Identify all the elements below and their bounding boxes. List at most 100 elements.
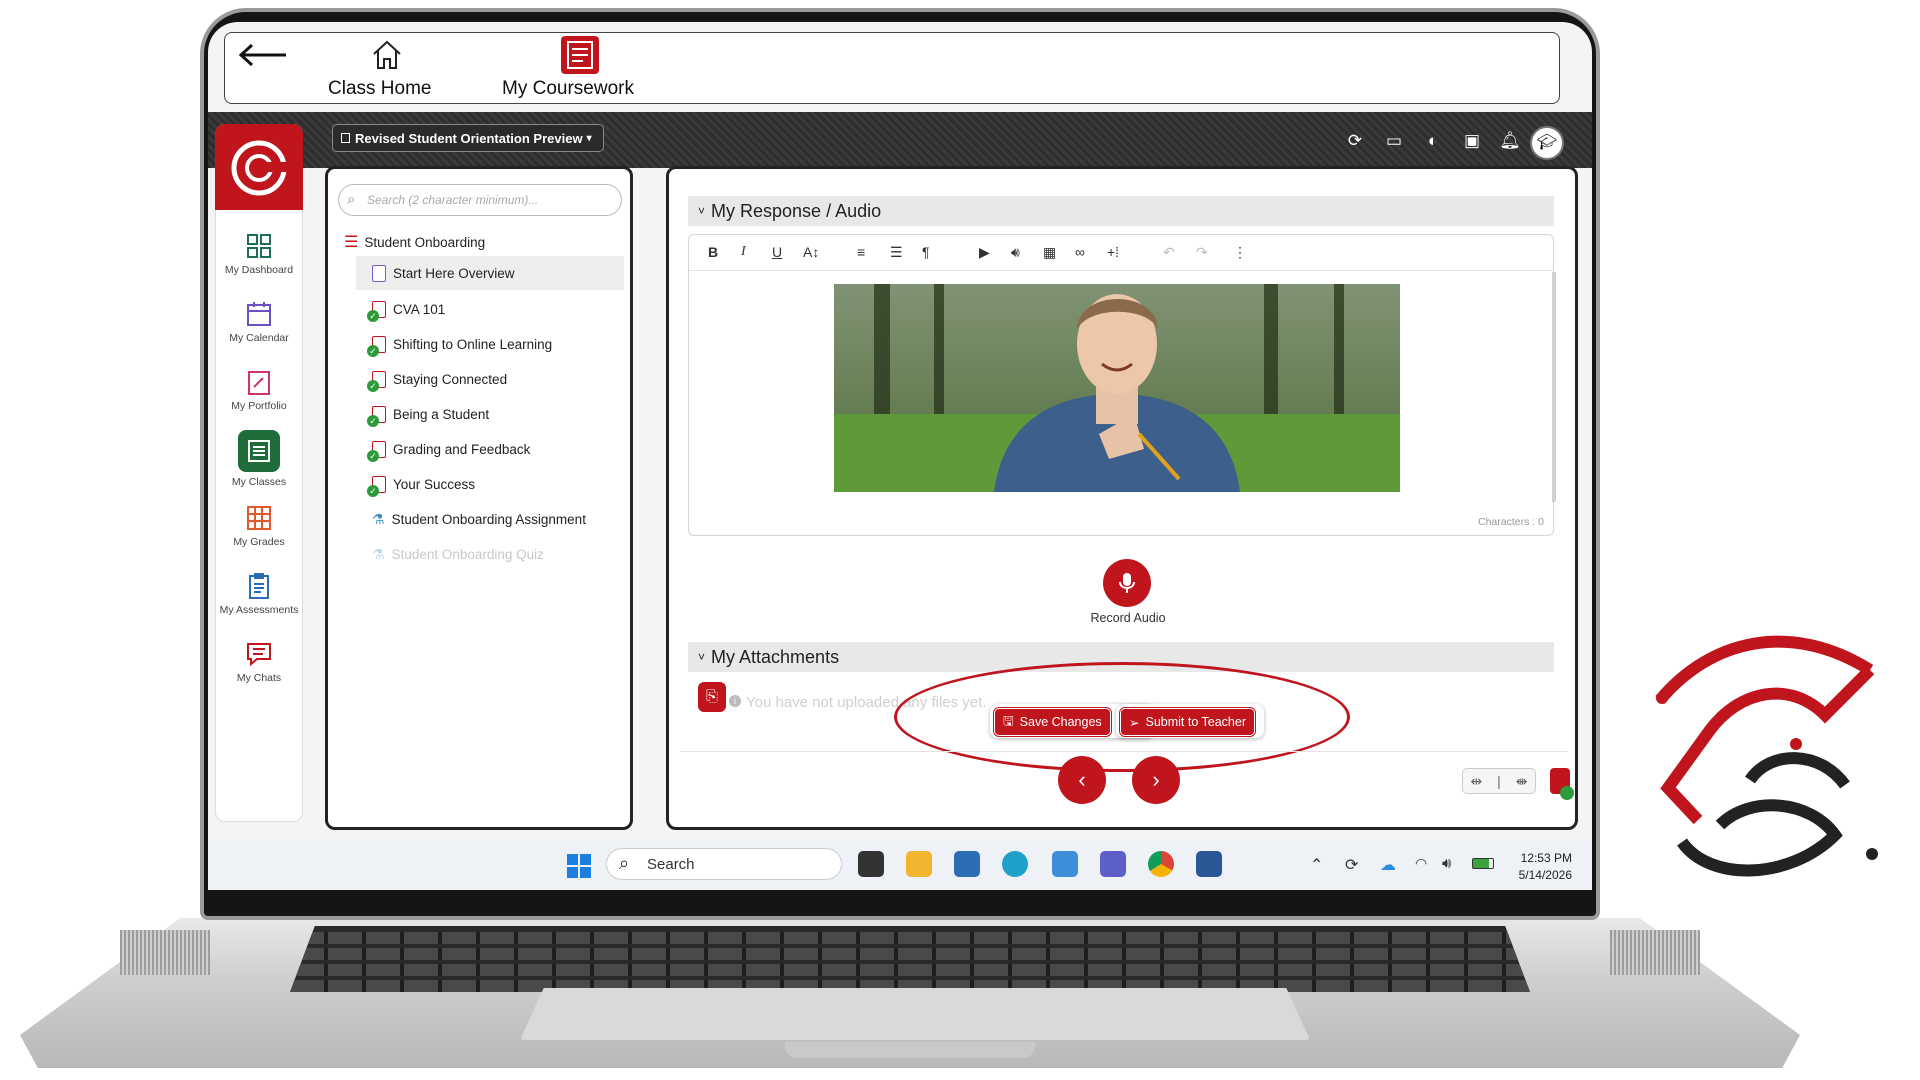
keyboard: [290, 926, 1530, 992]
notes-icon[interactable]: ▣: [1461, 130, 1483, 152]
portfolio-icon: [248, 371, 270, 395]
list-button[interactable]: ☰: [890, 244, 903, 261]
tree-item-overview[interactable]: Start Here Overview: [372, 260, 515, 286]
tree-item-assignment[interactable]: ⚗︎ Student Onboarding Assignment: [372, 506, 586, 532]
chats-icon: [247, 643, 271, 667]
next-button[interactable]: ›: [1132, 756, 1180, 804]
volume-icon[interactable]: 🔊︎: [1442, 855, 1451, 872]
sidebar-item-label: My Calendar: [229, 332, 289, 344]
expand-icon: ⇼: [1515, 772, 1528, 789]
font-size-button[interactable]: A↕: [803, 244, 819, 260]
chevron-up-icon[interactable]: ⌃: [1310, 855, 1323, 875]
course-icon: [341, 133, 350, 143]
wifi-icon[interactable]: ◠: [1415, 855, 1427, 872]
sidebar-item-portfolio[interactable]: My Portfolio: [215, 368, 303, 412]
insert-icon[interactable]: +⁞: [1107, 244, 1119, 260]
course-selector[interactable]: Revised Student Orientation Preview ▾: [332, 124, 604, 152]
sidebar-item-label: My Grades: [233, 536, 285, 548]
word-icon[interactable]: [1196, 851, 1222, 877]
sidebar-item-label: My Classes: [231, 476, 287, 488]
lesson-icon: ✓: [367, 335, 386, 357]
highlight-ellipse: [894, 662, 1350, 772]
refresh-icon[interactable]: ⟳: [1344, 130, 1366, 152]
tree-item-label: Start Here Overview: [393, 265, 515, 281]
teams-icon[interactable]: [1100, 851, 1126, 877]
tree-item-label: Shifting to Online Learning: [393, 336, 553, 352]
more-icon[interactable]: ⋮: [1233, 244, 1247, 261]
sidebar-item-assessments[interactable]: My Assessments: [215, 572, 303, 616]
chrome-icon[interactable]: [1148, 851, 1174, 877]
response-section-header[interactable]: ˅ My Response / Audio: [688, 196, 1554, 226]
tree-item-lesson[interactable]: ✓ Grading and Feedback: [367, 436, 530, 462]
class-home-tab[interactable]: Class Home: [328, 78, 431, 100]
tree-item-label: Student Onboarding Quiz: [391, 546, 544, 562]
chevron-left-icon: ‹: [1078, 767, 1086, 792]
sidebar-item-dashboard[interactable]: My Dashboard: [215, 232, 303, 276]
section-title: My Attachments: [711, 646, 840, 667]
tree-item-lesson[interactable]: ✓ Shifting to Online Learning: [367, 331, 553, 357]
tree-item-quiz[interactable]: ⚗︎ Student Onboarding Quiz: [372, 541, 544, 567]
chat-bubble-icon[interactable]: [1560, 786, 1574, 800]
sidebar-item-classes[interactable]: My Classes: [215, 430, 303, 488]
notepad-icon[interactable]: [1052, 851, 1078, 877]
microphone-icon: [1119, 573, 1135, 593]
search-input[interactable]: ⌕ Search (2 character minimum)...: [338, 184, 622, 216]
my-coursework-tab[interactable]: My Coursework: [502, 78, 634, 100]
coursework-icon[interactable]: [561, 36, 599, 74]
edge-icon[interactable]: [1002, 851, 1028, 877]
tree-item-lesson[interactable]: ✓ Staying Connected: [367, 366, 507, 392]
undo-icon[interactable]: ↶: [1163, 244, 1175, 261]
check-icon: ✓: [367, 449, 379, 462]
sidebar-item-calendar[interactable]: My Calendar: [215, 300, 303, 344]
window-icon[interactable]: ▭: [1383, 130, 1405, 152]
info-icon: i: [729, 695, 741, 707]
align-button[interactable]: ≡: [857, 244, 865, 260]
bold-button[interactable]: B: [708, 244, 718, 260]
tree-item-label: CVA 101: [393, 301, 446, 317]
chevron-down-icon: ˅: [698, 650, 706, 664]
paragraph-button[interactable]: ¶: [922, 244, 930, 260]
back-arrow-icon[interactable]: [236, 42, 288, 73]
tree-item-lesson[interactable]: ✓ Your Success: [367, 471, 475, 497]
layout-toggle[interactable]: ⇹ | ⇼: [1462, 768, 1536, 794]
link-icon[interactable]: ∞: [1075, 244, 1085, 260]
video-icon[interactable]: ▶: [979, 244, 990, 261]
speaker-grille-right: [1610, 930, 1700, 975]
underline-button[interactable]: U: [772, 244, 782, 260]
task-view-icon[interactable]: [858, 851, 884, 877]
taskbar-search[interactable]: ⌕ Search: [606, 848, 842, 880]
grades-icon: [247, 506, 271, 530]
dashboard-icon: [247, 234, 271, 258]
chevron-right-icon: ›: [1152, 767, 1160, 792]
tree-root[interactable]: ☰ Student Onboarding: [344, 229, 485, 255]
classes-icon: [238, 430, 280, 472]
contrast-icon[interactable]: ◐: [1422, 130, 1444, 152]
audio-icon[interactable]: 🔊︎: [1011, 244, 1020, 261]
clock-date: 5/14/2026: [1518, 868, 1572, 882]
avatar[interactable]: 🎓︎: [1530, 126, 1564, 160]
onedrive-icon[interactable]: ☁︎: [1380, 855, 1396, 875]
file-explorer-icon[interactable]: [906, 851, 932, 877]
previous-button[interactable]: ‹: [1058, 756, 1106, 804]
attach-file-button[interactable]: ⎘: [698, 682, 726, 712]
store-icon[interactable]: [954, 851, 980, 877]
home-icon[interactable]: [370, 38, 404, 77]
sidebar-item-chats[interactable]: My Chats: [215, 640, 303, 684]
sidebar-item-grades[interactable]: My Grades: [215, 504, 303, 548]
redo-icon[interactable]: ↷: [1196, 244, 1208, 261]
taskbar-clock[interactable]: 12:53 PM 5/14/2026: [1510, 850, 1572, 884]
tree-item-lesson[interactable]: ✓ Being a Student: [367, 401, 489, 427]
sidebar-item-label: My Portfolio: [231, 400, 287, 412]
editor-scrollbar[interactable]: [1552, 272, 1556, 502]
bell-icon[interactable]: 🔔︎: [1499, 130, 1521, 152]
tree-item-lesson[interactable]: ✓ CVA 101: [367, 296, 446, 322]
battery-icon[interactable]: [1472, 858, 1494, 869]
windows-start-icon[interactable]: [566, 853, 592, 879]
table-icon[interactable]: ▦: [1043, 244, 1056, 261]
tree-root-label: Student Onboarding: [364, 234, 486, 250]
brand-logo[interactable]: [215, 124, 303, 210]
italic-button[interactable]: I: [741, 244, 746, 260]
sync-icon[interactable]: ⟳: [1345, 855, 1358, 875]
record-audio-button[interactable]: [1103, 559, 1151, 607]
sidebar-item-label: My Assessments: [219, 604, 299, 616]
